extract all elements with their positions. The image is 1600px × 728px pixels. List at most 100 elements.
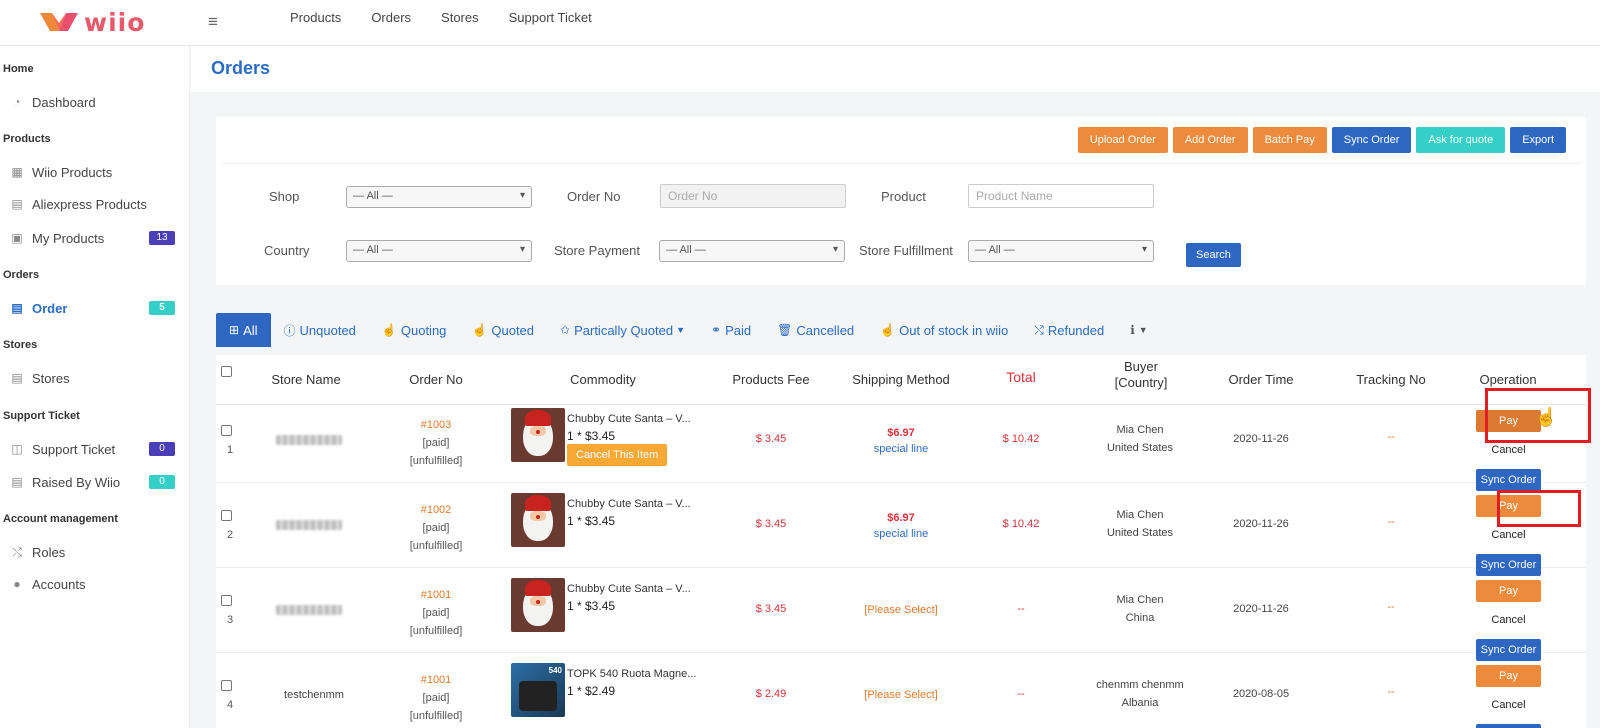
row-checkbox[interactable] — [221, 510, 232, 521]
store-payment-select[interactable]: — All — — [659, 240, 845, 262]
product-image[interactable] — [511, 493, 565, 547]
sidebar-item-wiio-products[interactable]: ▦ Wiio Products — [10, 161, 175, 183]
pay-button[interactable]: Pay — [1476, 580, 1541, 602]
row-checkbox[interactable] — [221, 680, 232, 691]
sidebar-item-raised-by-wiio[interactable]: ▤ Raised By Wiio 0 — [10, 471, 175, 493]
batch-pay-button[interactable]: Batch Pay — [1252, 127, 1327, 153]
row-checkbox[interactable] — [221, 595, 232, 606]
product-name[interactable]: TOPK 540 Ruota Magne... — [567, 668, 707, 680]
pay-button[interactable]: Pay — [1476, 665, 1541, 687]
order-no-label: Order No — [567, 189, 621, 204]
sidebar-item-label: My Products — [32, 230, 105, 246]
topnav-support-ticket[interactable]: Support Ticket — [509, 10, 592, 25]
store-fulfillment-select[interactable]: — All — — [968, 240, 1154, 262]
grid-icon: ⊞ — [229, 323, 240, 337]
shipping-line-link[interactable]: special line — [841, 526, 961, 542]
topnav-stores[interactable]: Stores — [441, 10, 479, 25]
logo-icon — [40, 13, 78, 31]
sidebar-item-label: Wiio Products — [32, 164, 113, 180]
logo[interactable]: wiio — [38, 7, 145, 37]
table-row: 4 testchenmm #1001 [paid] [unfulfilled] … — [216, 653, 1586, 728]
order-no-input[interactable] — [660, 184, 846, 208]
search-button[interactable]: Search — [1186, 243, 1241, 267]
caret-down-icon: ▼ — [676, 325, 686, 335]
sidebar-item-label: Accounts — [32, 576, 86, 592]
sidebar-item-label: Support Ticket — [32, 441, 116, 457]
col-operation: Operation — [1479, 372, 1537, 387]
sidebar-item-stores[interactable]: ▤ Stores — [10, 367, 175, 389]
cancel-order-button[interactable]: Cancel — [1476, 609, 1541, 631]
sidebar-item-my-products[interactable]: ▣ My Products 13 — [10, 227, 175, 249]
cancel-item-button[interactable]: Cancel This Item — [567, 444, 668, 466]
order-total: $ 10.42 — [1002, 433, 1040, 445]
tab-quoting[interactable]: ☝ Quoting — [369, 313, 460, 347]
question-icon: ⓘ — [283, 323, 296, 338]
product-image[interactable] — [511, 578, 565, 632]
cancel-order-button[interactable]: Cancel — [1476, 694, 1541, 716]
cancel-order-button[interactable]: Cancel — [1476, 524, 1541, 546]
sidebar-item-roles[interactable]: ⤭ Roles — [10, 541, 175, 563]
product-name[interactable]: Chubby Cute Santa – V... — [567, 413, 707, 425]
tab-label: Quoting — [400, 322, 447, 338]
sidebar-item-order[interactable]: ▤ Order 5 — [10, 297, 175, 319]
sync-order-button[interactable]: Sync Order — [1331, 127, 1412, 153]
tab-cancelled[interactable]: 🗑 Cancelled — [764, 313, 867, 347]
order-no-cell: #1001 [paid] [unfulfilled] — [396, 586, 476, 640]
shipping-line-link[interactable]: special line — [841, 441, 961, 457]
sidebar-item-dashboard[interactable]: ◔ Dashboard — [10, 91, 175, 113]
section-orders: Orders — [3, 269, 40, 281]
shipping-select-link[interactable]: [Please Select] — [841, 689, 961, 701]
sidebar-item-support-ticket[interactable]: ◫ Support Ticket 0 — [10, 438, 175, 460]
count-badge: 5 — [149, 301, 175, 315]
product-name[interactable]: Chubby Cute Santa – V... — [567, 498, 707, 510]
tab-refunded[interactable]: ⤭ Refunded — [1021, 313, 1117, 347]
tab-quoted[interactable]: ☝ Quoted — [459, 313, 547, 347]
topnav-products[interactable]: Products — [290, 10, 341, 25]
tab-out-of-stock[interactable]: ☝ Out of stock in wiio — [867, 313, 1021, 347]
menu-toggle-icon[interactable]: ≡ — [208, 12, 218, 32]
tab-paid[interactable]: ⚭ Paid — [698, 313, 764, 347]
tab-all[interactable]: ⊞ All — [216, 313, 271, 347]
row-checkbox[interactable] — [221, 425, 232, 436]
buyer-name: Mia Chen — [1116, 509, 1164, 521]
order-id-link[interactable]: #1001 — [396, 671, 476, 689]
sidebar-item-accounts[interactable]: ● Accounts — [10, 573, 175, 595]
ask-for-quote-button[interactable]: Ask for quote — [1416, 127, 1506, 153]
buyer-name: chenmm chenmm — [1096, 679, 1184, 691]
product-name-input[interactable] — [968, 184, 1154, 208]
shop-select[interactable]: — All — — [346, 186, 532, 208]
add-order-button[interactable]: Add Order — [1172, 127, 1248, 153]
tracking-no: -- — [1387, 601, 1395, 613]
tab-more[interactable]: ℹ ▼ — [1117, 313, 1160, 347]
country-select[interactable]: — All — — [346, 240, 532, 262]
table-row: 2 #1002 [paid] [unfulfilled] Chubby Cute… — [216, 483, 1586, 576]
upload-order-button[interactable]: Upload Order — [1077, 127, 1168, 153]
hand-icon: ☝ — [381, 323, 397, 337]
order-id-link[interactable]: #1001 — [396, 586, 476, 604]
export-button[interactable]: Export — [1510, 127, 1566, 153]
topnav-orders[interactable]: Orders — [371, 10, 411, 25]
sidebar-item-aliexpress-products[interactable]: ▤ Aliexpress Products — [10, 193, 175, 215]
select-all-checkbox[interactable] — [221, 366, 232, 377]
tab-unquoted[interactable]: ⓘ Unquoted — [271, 313, 369, 347]
orders-table: Store Name Order No Commodity Products F… — [216, 355, 1586, 728]
sidebar-item-label: Roles — [32, 544, 66, 560]
document-icon: ▤ — [11, 475, 23, 489]
tab-label: Paid — [725, 322, 752, 338]
payment-status: [paid] — [422, 522, 450, 534]
product-name[interactable]: Chubby Cute Santa – V... — [567, 583, 707, 595]
store-name-redacted — [276, 435, 342, 445]
country-label: Country — [264, 243, 310, 258]
trash-icon: 🗑 — [777, 323, 793, 337]
product-image[interactable] — [511, 408, 565, 462]
top-bar: wiio ≡ Products Orders Stores Support Ti… — [0, 0, 1600, 46]
sync-order-row-button[interactable] — [1476, 724, 1541, 728]
sidebar: Home ◔ Dashboard Products ▦ Wiio Product… — [0, 46, 190, 728]
product-image[interactable]: 540 — [511, 663, 565, 717]
order-time: 2020-08-05 — [1232, 688, 1290, 700]
order-id-link[interactable]: #1003 — [396, 416, 476, 434]
tab-partially-quoted[interactable]: ✩ Partically Quoted ▼ — [547, 313, 698, 347]
shipping-select-link[interactable]: [Please Select] — [841, 604, 961, 616]
order-id-link[interactable]: #1002 — [396, 501, 476, 519]
briefcase-icon: ▣ — [11, 231, 23, 245]
